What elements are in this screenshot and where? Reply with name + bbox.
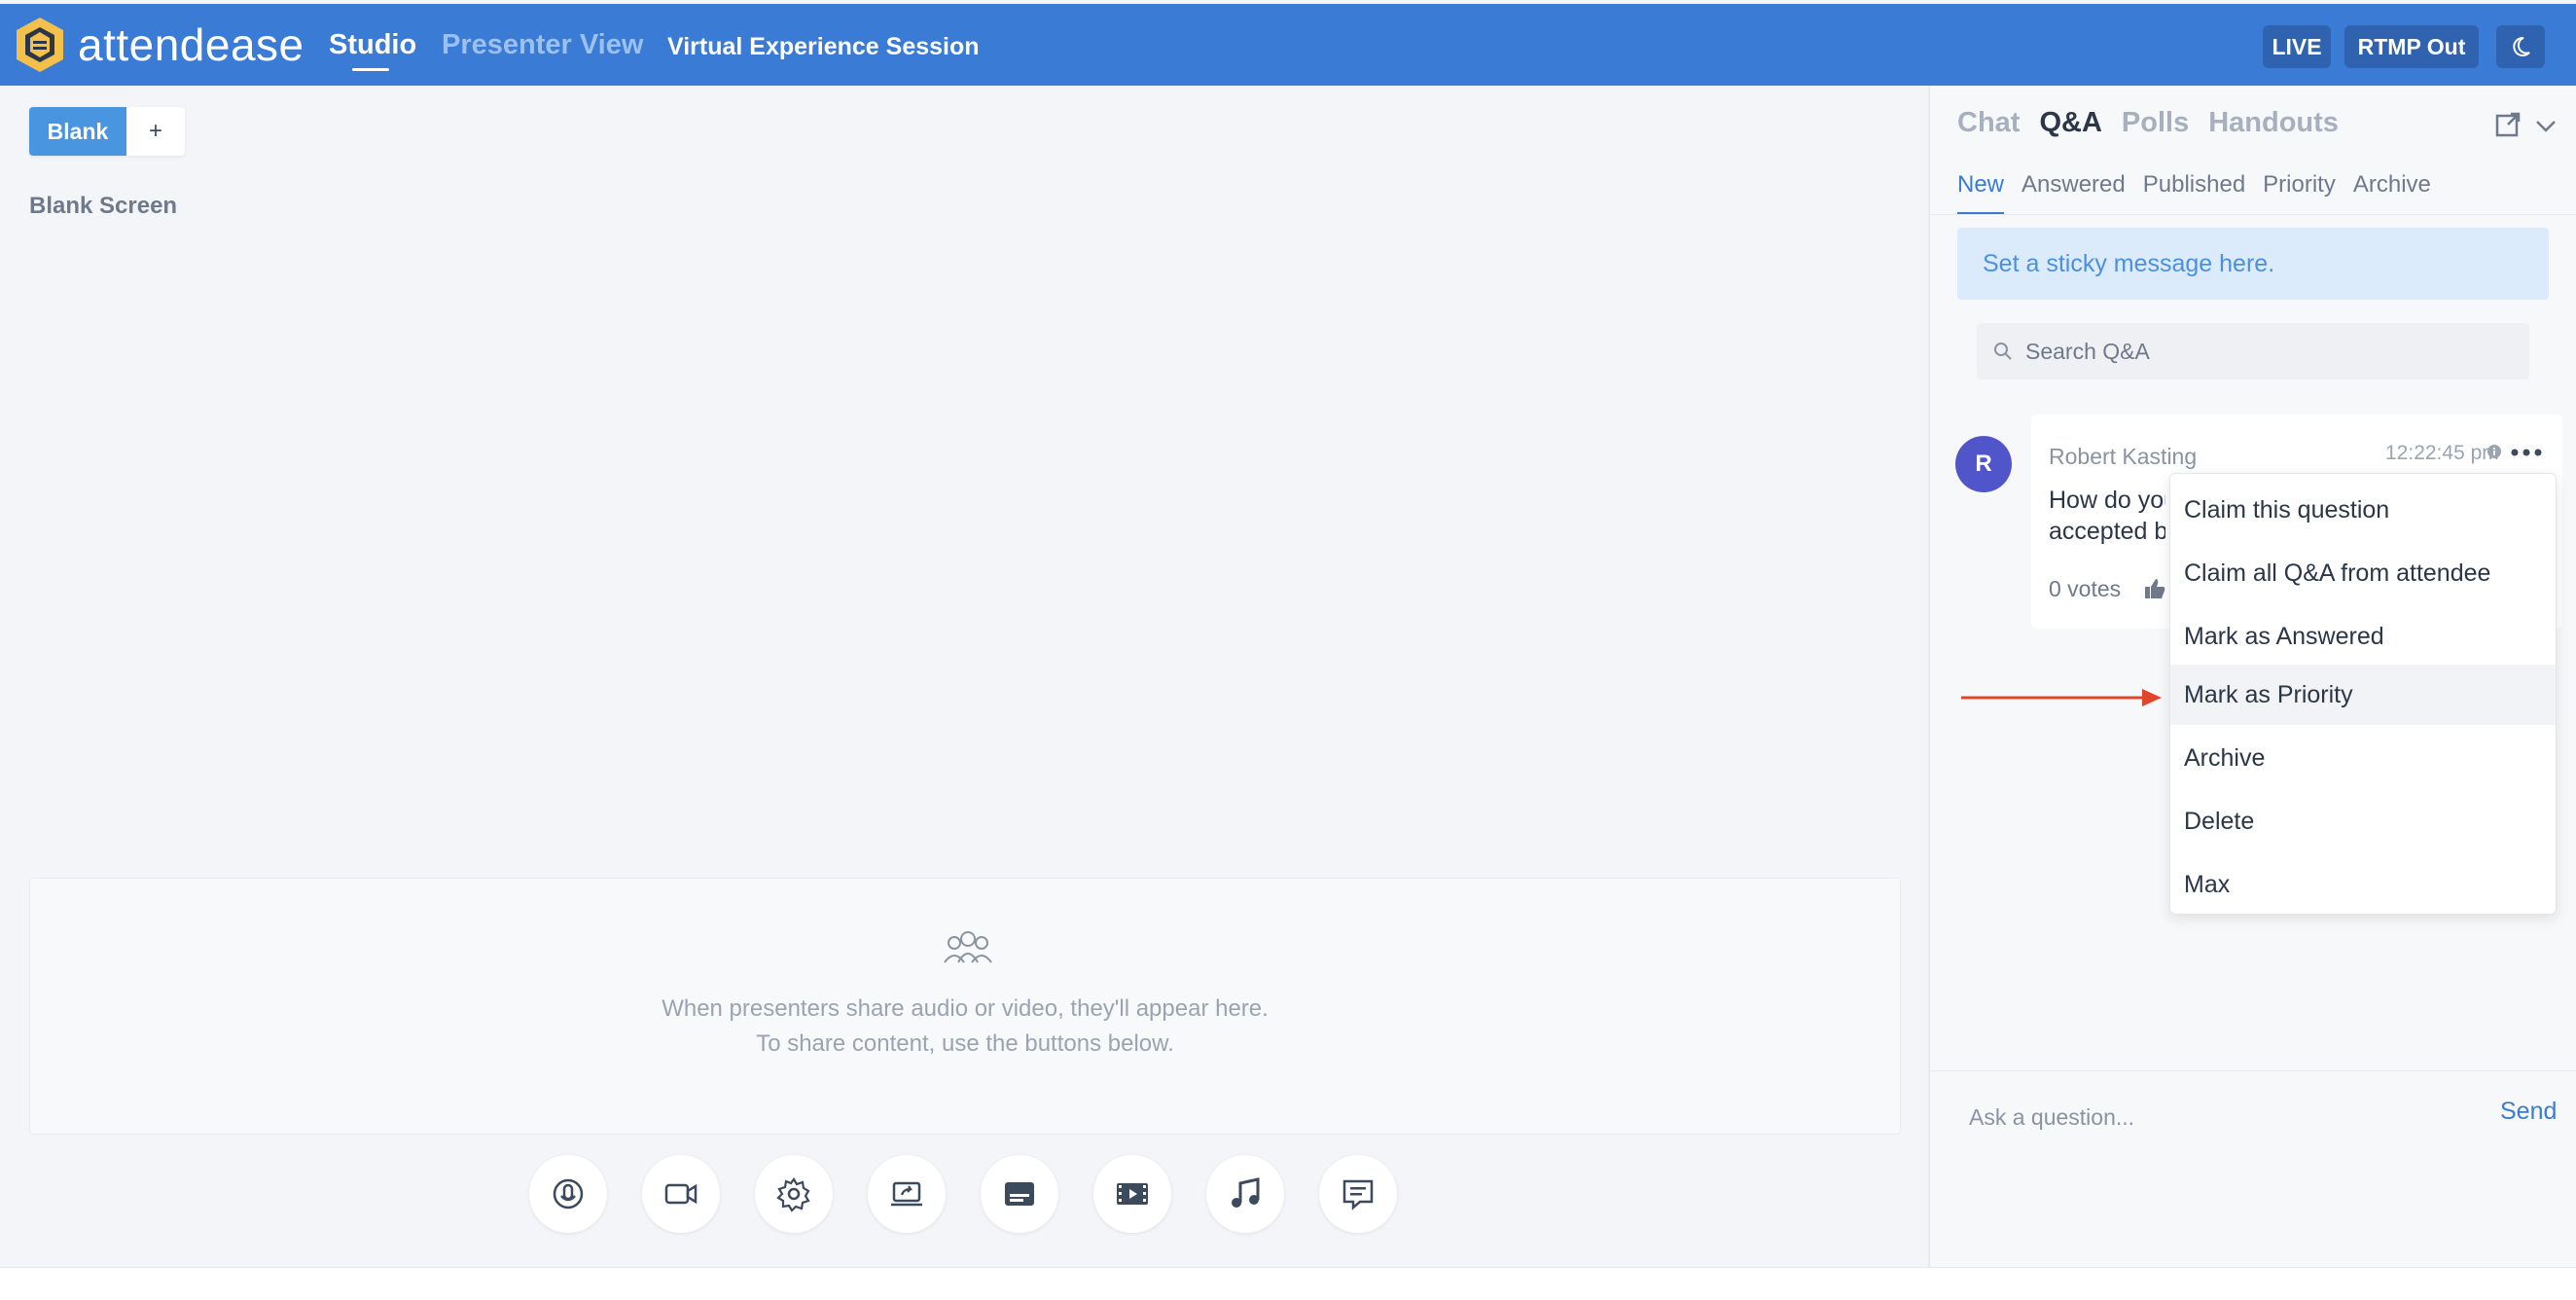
microphone-button[interactable] [529,1155,607,1233]
presenters-message-line1: When presenters share audio or video, th… [662,995,1269,1022]
popout-icon[interactable] [2494,111,2522,138]
subtab-priority[interactable]: Priority [2263,171,2336,214]
session-title: Virtual Experience Session [667,33,980,60]
lower-third-icon [1005,1182,1034,1206]
video-icon [1117,1183,1148,1205]
ask-question-input[interactable] [1969,1098,2455,1137]
menu-claim-question[interactable]: Claim this question [2170,480,2556,540]
settings-icon [776,1177,810,1212]
ask-divider [1930,1070,2576,1071]
more-options-icon[interactable] [2510,446,2543,459]
screen-share-button[interactable] [868,1155,946,1233]
sticky-message[interactable]: Set a sticky message here. [1957,228,2549,300]
chevron-down-icon[interactable] [2533,113,2558,138]
panel-main-tabs: Chat Q&A Polls Handouts [1957,107,2339,139]
camera-icon [664,1183,698,1205]
qa-sub-tabs: New Answered Published Priority Archive [1957,171,2431,214]
music-button[interactable] [1206,1155,1284,1233]
message-button[interactable] [1319,1155,1397,1233]
subtab-new[interactable]: New [1957,171,2005,214]
menu-claim-all[interactable]: Claim all Q&A from attendee [2170,543,2556,603]
vote-count: 0 votes [2049,576,2122,601]
scene-tabs: Blank + [29,107,185,156]
question-text-line1: How do you [2049,487,2165,514]
menu-delete[interactable]: Delete [2170,791,2556,851]
scene-title: Blank Screen [29,193,178,219]
settings-button[interactable] [755,1155,833,1233]
subtab-divider [1930,214,2576,215]
nav-studio-underline [352,68,389,71]
screen-share-icon [891,1181,922,1207]
rtmp-out-button[interactable]: RTMP Out [2344,25,2479,68]
search-icon [1994,343,2012,360]
tab-polls[interactable]: Polls [2122,107,2189,139]
live-button[interactable]: LIVE [2263,25,2331,68]
add-scene-button[interactable]: + [126,107,185,156]
subtab-answered[interactable]: Answered [2021,171,2126,214]
camera-button[interactable] [642,1155,720,1233]
microphone-icon [553,1178,584,1210]
question-time: 12:22:45 pm [2385,442,2499,464]
presenters-area: When presenters share audio or video, th… [29,878,1901,1135]
media-toolbar [529,1155,1397,1233]
bottom-bar [0,1267,2576,1300]
scene-tab-blank[interactable]: Blank [29,107,126,156]
video-button[interactable] [1093,1155,1171,1233]
attendease-logo-icon[interactable] [14,16,66,74]
question-options-menu: Claim this question Claim all Q&A from a… [2169,473,2557,915]
presenters-icon [944,931,992,963]
menu-mark-answered[interactable]: Mark as Answered [2170,606,2556,667]
send-button[interactable]: Send [2500,1098,2557,1126]
music-icon [1232,1177,1260,1208]
avatar: R [1955,436,2012,492]
brand-name: attendease [78,19,304,70]
presenters-message-line2: To share content, use the buttons below. [756,1030,1174,1057]
message-icon [1342,1179,1374,1210]
menu-archive[interactable]: Archive [2170,728,2556,788]
tab-handouts[interactable]: Handouts [2208,107,2339,139]
search-input[interactable] [2025,338,2512,365]
top-bar: attendease Studio Presenter View Virtual… [0,4,2576,86]
dark-mode-button[interactable] [2496,25,2545,68]
menu-mark-priority[interactable]: Mark as Priority [2170,665,2556,725]
question-author: Robert Kasting [2049,444,2198,469]
lower-third-button[interactable] [981,1155,1058,1233]
subtab-published[interactable]: Published [2143,171,2245,214]
subtab-archive[interactable]: Archive [2353,171,2431,214]
question-text: How do you accepted b [2049,485,2165,547]
thumbs-up-icon[interactable] [2142,576,2167,601]
tab-chat[interactable]: Chat [1957,107,2020,139]
nav-presenter-view[interactable]: Presenter View [442,29,643,61]
menu-max[interactable]: Max [2170,854,2556,915]
nav-studio[interactable]: Studio [329,29,416,61]
moon-icon [2513,36,2530,56]
search-box [1977,323,2529,379]
tab-qa[interactable]: Q&A [2039,107,2101,139]
annotation-arrow-icon [1961,689,2162,706]
info-icon[interactable] [2487,444,2502,459]
question-text-line2: accepted b [2049,518,2165,545]
